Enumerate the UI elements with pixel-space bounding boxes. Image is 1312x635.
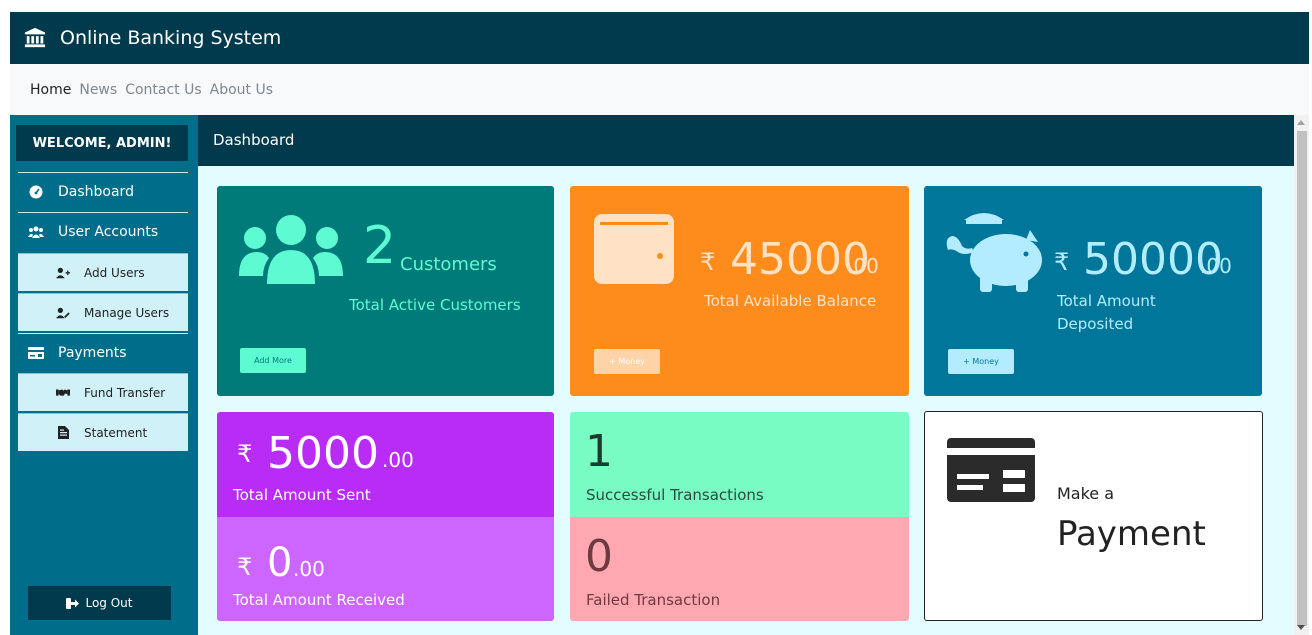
- sidebar-item-label: Add Users: [84, 265, 145, 280]
- scroll-up-arrow[interactable]: [1297, 120, 1305, 125]
- card-icon: [28, 347, 44, 359]
- received-currency: ₹: [237, 553, 253, 581]
- sidebar-item-statement[interactable]: Statement: [18, 413, 188, 451]
- customers-label: Total Active Customers: [349, 296, 521, 314]
- sidebar-item-label: Payments: [58, 345, 127, 361]
- deposited-card: ₹ 50000 .00 Total Amount Deposited + Mon…: [924, 186, 1262, 396]
- customers-unit: Customers: [400, 254, 497, 275]
- nav-link-contact[interactable]: Contact Us: [125, 82, 201, 98]
- logout-label: Log Out: [85, 596, 133, 610]
- successful-count: 1: [585, 426, 613, 477]
- amount-received-card: ₹ 0 .00 Total Amount Received: [217, 517, 554, 621]
- sidebar-item-label: Manage Users: [84, 305, 170, 320]
- deposit-add-money-button[interactable]: + Money: [948, 349, 1014, 374]
- scroll-thumb[interactable]: [1297, 131, 1307, 626]
- successful-transactions-card: 1 Successful Transactions: [570, 412, 909, 517]
- handshake-icon: [56, 388, 70, 398]
- customers-count: 2: [363, 216, 397, 276]
- balance-currency: ₹: [700, 248, 716, 276]
- received-value: 0: [267, 540, 293, 586]
- sidebar-item-fund-transfer[interactable]: Fund Transfer: [18, 373, 188, 411]
- vertical-scrollbar[interactable]: [1294, 115, 1309, 635]
- received-decimal: .00: [293, 557, 325, 581]
- payment-line1: Make a: [1057, 484, 1115, 503]
- make-payment-card[interactable]: Make a Payment: [924, 411, 1263, 621]
- sent-label: Total Amount Sent: [233, 486, 371, 504]
- received-label: Total Amount Received: [233, 591, 405, 609]
- successful-label: Successful Transactions: [586, 486, 764, 504]
- nav-link-news[interactable]: News: [79, 82, 117, 98]
- sidebar-item-manage-users[interactable]: Manage Users: [18, 293, 188, 331]
- piggy-bank-icon: [946, 213, 1042, 292]
- sidebar-item-label: Fund Transfer: [84, 385, 166, 400]
- sent-value: 5000: [267, 428, 379, 479]
- sent-currency: ₹: [237, 440, 253, 468]
- payment-line2: Payment: [1057, 514, 1206, 554]
- failed-transactions-card: 0 Failed Transaction: [570, 517, 909, 621]
- sidebar-item-label: Dashboard: [58, 184, 134, 200]
- add-more-button[interactable]: Add More: [240, 348, 306, 373]
- sidebar: WELCOME, ADMIN! Dashboard User Accounts …: [10, 115, 198, 635]
- sign-out-icon: [66, 597, 80, 609]
- app-title: Online Banking System: [60, 27, 282, 49]
- logout-button[interactable]: Log Out: [28, 586, 171, 620]
- deposited-currency: ₹: [1054, 248, 1070, 276]
- user-plus-icon: [56, 267, 70, 279]
- bank-icon: [24, 27, 46, 48]
- deposited-decimal: .00: [1200, 254, 1232, 278]
- sidebar-item-label: Statement: [84, 425, 148, 440]
- scroll-down-arrow[interactable]: [1297, 625, 1305, 630]
- customers-card: 2 Customers Total Active Customers Add M…: [217, 186, 554, 396]
- failed-count: 0: [585, 531, 613, 582]
- sidebar-item-payments[interactable]: Payments: [18, 333, 188, 372]
- sent-decimal: .00: [382, 448, 414, 472]
- users-group-icon: [239, 215, 343, 284]
- sidebar-item-dashboard[interactable]: Dashboard: [18, 172, 188, 211]
- nav-bar: Home News Contact Us About Us: [10, 64, 1309, 115]
- sidebar-item-user-accounts[interactable]: User Accounts: [18, 212, 188, 251]
- balance-card: ₹ 45000 .00 Total Available Balance + Mo…: [570, 186, 909, 396]
- dashboard-icon: [28, 185, 44, 199]
- nav-link-about[interactable]: About Us: [210, 82, 273, 98]
- page-title: Dashboard: [198, 115, 1294, 166]
- balance-label: Total Available Balance: [704, 292, 877, 310]
- sidebar-item-label: User Accounts: [58, 224, 159, 240]
- deposited-label-line1: Total Amount: [1057, 292, 1156, 310]
- wallet-icon: [594, 214, 674, 284]
- failed-label: Failed Transaction: [586, 591, 721, 609]
- balance-add-money-button[interactable]: + Money: [594, 349, 660, 374]
- page: Online Banking System Home News Contact …: [0, 0, 1312, 635]
- balance-decimal: .00: [847, 254, 879, 278]
- top-bar: Online Banking System: [10, 12, 1309, 64]
- user-edit-icon: [56, 307, 70, 319]
- amount-sent-card: ₹ 5000 .00 Total Amount Sent: [217, 412, 554, 517]
- sidebar-item-add-users[interactable]: Add Users: [18, 253, 188, 291]
- welcome-banner: WELCOME, ADMIN!: [16, 125, 188, 161]
- deposited-label-line2: Deposited: [1057, 315, 1134, 333]
- nav-link-home[interactable]: Home: [30, 82, 71, 98]
- payment-card-icon: [947, 438, 1035, 502]
- users-icon: [28, 226, 44, 238]
- document-icon: [56, 426, 70, 439]
